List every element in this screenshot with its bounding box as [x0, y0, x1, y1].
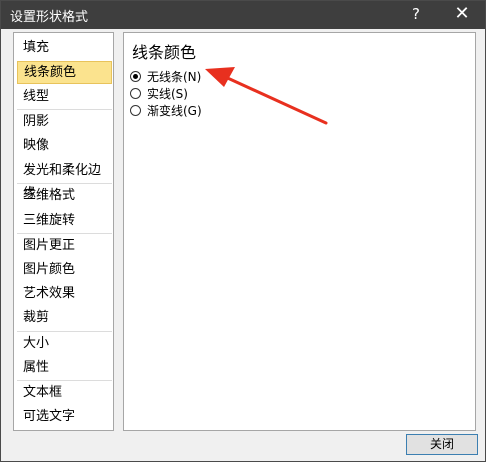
- sidebar-item-reflection[interactable]: 映像: [17, 134, 112, 157]
- radio-button[interactable]: [130, 104, 141, 116]
- title-bar: 设置形状格式 ? ✕: [1, 1, 485, 29]
- sidebar-item-properties[interactable]: 属性: [17, 356, 112, 379]
- sidebar-item-crop[interactable]: 裁剪: [17, 306, 112, 329]
- sidebar-item-glow-soft-edges[interactable]: 发光和柔化边缘: [17, 159, 112, 201]
- sidebar-item-line-color[interactable]: 线条颜色: [17, 61, 112, 84]
- sidebar-item-3d-rotation[interactable]: 三维旋转: [17, 209, 112, 232]
- sidebar-item-text-box[interactable]: 文本框: [17, 381, 112, 404]
- sidebar-item-3d-format[interactable]: 三维格式: [17, 184, 112, 207]
- sidebar-item-picture-color[interactable]: 图片颜色: [17, 258, 112, 281]
- help-button[interactable]: ?: [401, 3, 431, 25]
- sidebar-item-picture-corrections[interactable]: 图片更正: [17, 234, 112, 257]
- sidebar-item-artistic-effects[interactable]: 艺术效果: [17, 282, 112, 305]
- sidebar-item-alt-text[interactable]: 可选文字: [17, 405, 112, 428]
- radio-button[interactable]: [130, 87, 141, 99]
- sidebar-item-shadow[interactable]: 阴影: [17, 110, 112, 133]
- annotation-arrow-icon: [205, 67, 328, 125]
- format-shape-dialog: 设置形状格式 ? ✕ 填充 线条颜色 线型 阴影 映像 发光和柔化边缘 三维格式…: [0, 0, 486, 462]
- dialog-title: 设置形状格式: [10, 10, 89, 25]
- radio-label: 实线(S): [147, 86, 188, 101]
- panel-title: 线条颜色: [132, 43, 197, 62]
- sidebar-item-fill[interactable]: 填充: [17, 36, 112, 59]
- close-button[interactable]: 关闭: [406, 434, 478, 455]
- category-list: 填充 线条颜色 线型 阴影 映像 发光和柔化边缘 三维格式 三维旋转 图片更正 …: [13, 32, 114, 431]
- radio-solid-line[interactable]: 实线(S): [130, 84, 188, 102]
- sidebar-item-size[interactable]: 大小: [17, 332, 112, 355]
- close-icon[interactable]: ✕: [445, 3, 479, 25]
- radio-button-checked[interactable]: [130, 70, 141, 82]
- sidebar-item-line-style[interactable]: 线型: [17, 85, 112, 108]
